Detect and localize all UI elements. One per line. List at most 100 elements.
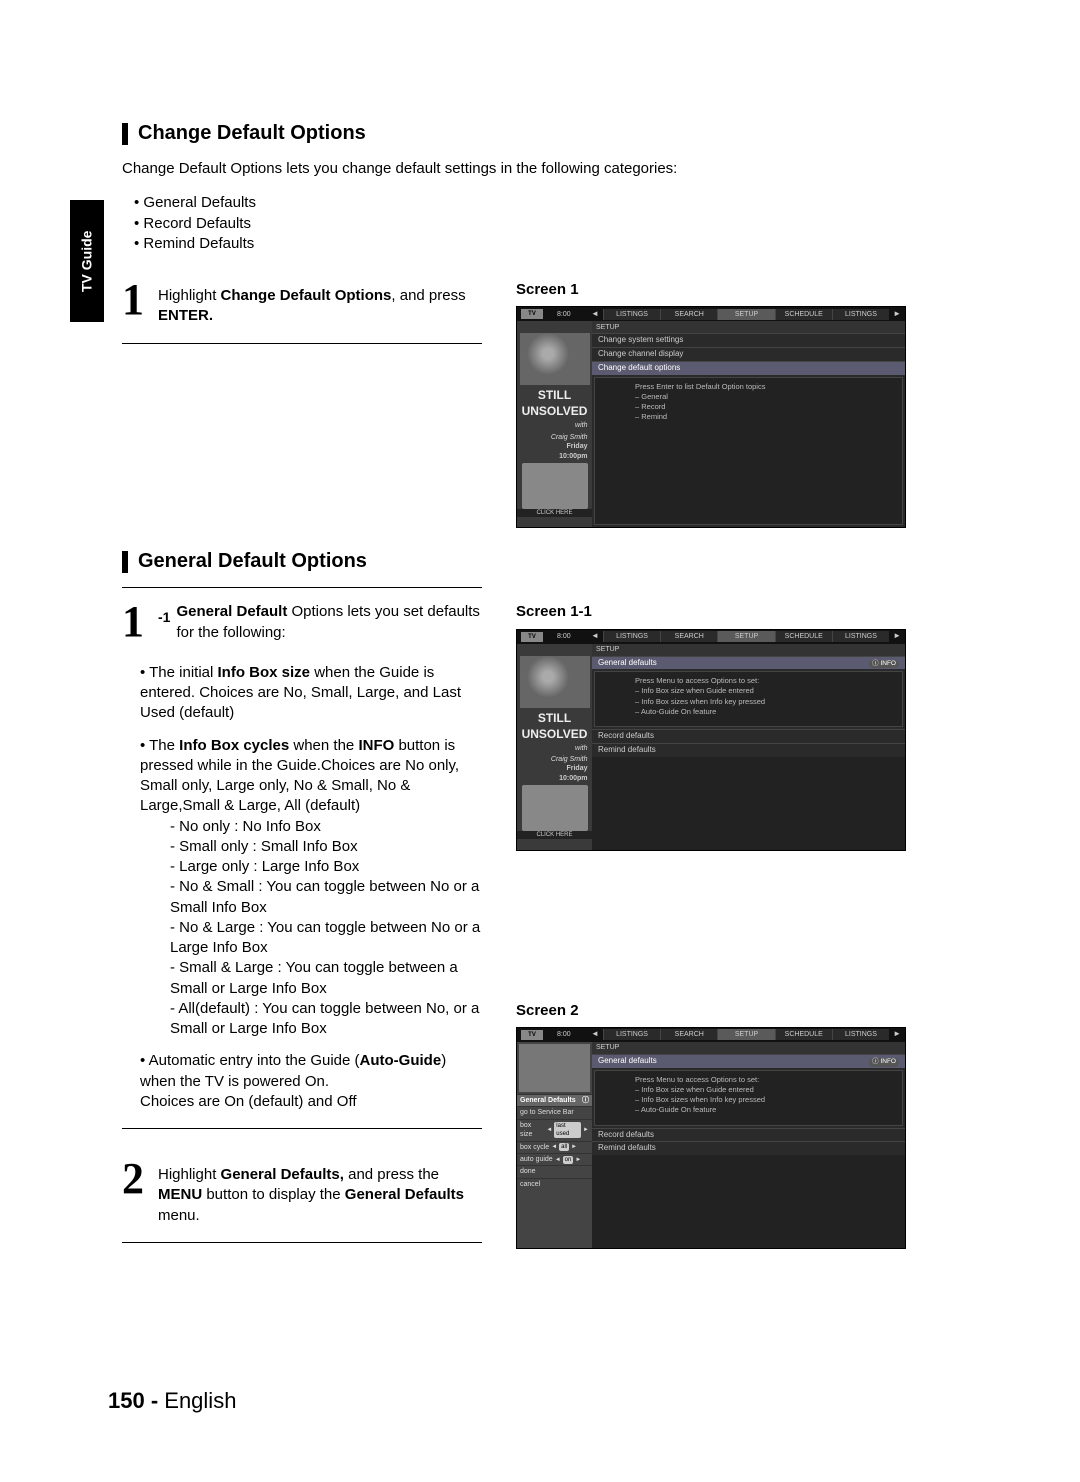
arrow-right-icon: ► xyxy=(893,309,901,320)
info-icon: ⓘ xyxy=(582,1096,589,1105)
ss-tab-listings2: LISTINGS xyxy=(832,309,889,320)
craig-name: Craig Smith xyxy=(522,433,588,442)
pane-line: Press Enter to list Default Option topic… xyxy=(635,382,892,392)
ss-tab-listings: LISTINGS xyxy=(603,1029,660,1040)
s2-mid2: button to display the xyxy=(202,1186,345,1203)
face-image-icon xyxy=(522,463,588,509)
ss-row-remind-defaults: Remind defaults xyxy=(592,1141,905,1155)
click-here: CLICK HERE xyxy=(517,509,592,517)
ss-tabs: LISTINGS SEARCH SETUP SCHEDULE LISTINGS xyxy=(603,309,889,320)
b2-mid: when the xyxy=(289,737,358,754)
page-language: English xyxy=(158,1388,236,1413)
leftmenu-cancel: cancel xyxy=(517,1178,592,1190)
s2-bold2: MENU xyxy=(158,1186,202,1203)
ss-row-record-defaults: Record defaults xyxy=(592,1128,905,1142)
ss-breadcrumb: SETUP xyxy=(592,644,905,656)
craig-name: Craig Smith xyxy=(522,755,588,764)
section1-step1: 1 Highlight Change Default Options, and … xyxy=(122,280,482,327)
ss-pane: Press Menu to access Options to set: – I… xyxy=(594,671,903,727)
b3-pre: • Automatic entry into the Guide ( xyxy=(140,1052,360,1069)
screen2-label: Screen 2 xyxy=(516,1001,906,1021)
b2-item: - No & Small : You can toggle between No… xyxy=(170,877,482,918)
arrow-right-icon: ► xyxy=(575,1156,581,1164)
pane-line: – General xyxy=(635,392,892,402)
ss-left-panel: STILL UNSOLVED with Craig Smith Friday 1… xyxy=(517,644,592,850)
arrow-left-icon: ◄ xyxy=(555,1156,561,1164)
face-image-icon xyxy=(522,785,588,831)
pane-line: – Remind xyxy=(635,412,892,422)
pane-line: – Info Box size when Guide entered xyxy=(635,1085,892,1095)
section1-intro: Change Default Options lets you change d… xyxy=(122,159,922,179)
showtime-text: 10:00pm xyxy=(522,452,588,461)
click-here: CLICK HERE xyxy=(517,831,592,839)
b2-item: - No only : No Info Box xyxy=(170,817,482,837)
arrow-right-icon: ► xyxy=(893,631,901,642)
ss-breadcrumb: SETUP xyxy=(592,321,905,333)
step1b-bold: General Default xyxy=(176,603,287,620)
screen11-label: Screen 1-1 xyxy=(516,602,906,622)
arrow-left-icon: ◄ xyxy=(591,1029,599,1040)
section1-bullets: • General Defaults • Record Defaults • R… xyxy=(134,193,922,254)
page-number: 150 - xyxy=(108,1388,158,1413)
step1-pre: Highlight xyxy=(158,287,221,304)
arrow-left-icon: ◄ xyxy=(591,631,599,642)
ss-tab-search: SEARCH xyxy=(660,631,717,642)
divider xyxy=(122,1242,482,1243)
pane-line: – Info Box sizes when Info key pressed xyxy=(635,697,892,707)
friday-text: Friday xyxy=(522,764,588,773)
section2-header: General Default Options xyxy=(122,548,922,575)
step-subnum: -1 xyxy=(158,602,170,643)
b3-bold: Auto-Guide xyxy=(360,1052,442,1069)
step1-text: Highlight Change Default Options, and pr… xyxy=(158,280,482,327)
arrow-left-icon: ◄ xyxy=(546,1126,552,1134)
ss-row-remind-defaults: Remind defaults xyxy=(592,743,905,757)
divider xyxy=(122,1128,482,1129)
ss-row-general-defaults: General defaults xyxy=(592,1054,905,1068)
sub-bullet-2: • The Info Box cycles when the INFO butt… xyxy=(140,736,482,1040)
ss-time: 8:00 xyxy=(557,1030,587,1039)
preview-image-icon xyxy=(519,1044,590,1092)
b2-item: - All(default) : You can toggle between … xyxy=(170,999,482,1040)
still-text2: UNSOLVED xyxy=(522,403,588,419)
ss-breadcrumb: SETUP xyxy=(592,1042,905,1054)
preview-image-icon xyxy=(520,656,590,708)
ss-tabs: LISTINGS SEARCH SETUP SCHEDULE LISTINGS xyxy=(603,631,889,642)
ss-tab-schedule: SCHEDULE xyxy=(775,309,832,320)
ss-left-options-menu: General Defaults ⓘ go to Service Bar box… xyxy=(517,1042,592,1248)
step-number-1b: 1 xyxy=(122,602,150,642)
tvguide-logo-icon: TV xyxy=(521,309,543,319)
friday-text: Friday xyxy=(522,442,588,451)
preview-image-icon xyxy=(520,333,590,385)
b3-after: Choices are On (default) and Off xyxy=(140,1093,357,1110)
arrow-right-icon: ► xyxy=(571,1143,577,1151)
section2-step1: 1 -1 General Default Options lets you se… xyxy=(122,602,482,653)
pane-line: – Record xyxy=(635,402,892,412)
step-number-1: 1 xyxy=(122,280,150,320)
pane-line: – Auto-Guide On feature xyxy=(635,1105,892,1115)
boxcycle-value: all xyxy=(559,1143,569,1151)
b2-item: - No & Large : You can toggle between No… xyxy=(170,918,482,959)
section1-title: Change Default Options xyxy=(138,120,366,147)
page-footer: 150 - English xyxy=(108,1386,236,1416)
b2-bold2: INFO xyxy=(358,737,394,754)
showtime-text: 10:00pm xyxy=(522,774,588,783)
b2-pre: • The xyxy=(140,737,179,754)
ss-tab-schedule: SCHEDULE xyxy=(775,631,832,642)
step1-mid: , and press xyxy=(391,287,465,304)
s2-bold1: General Defaults, xyxy=(221,1166,344,1183)
b2-item: - Large only : Large Info Box xyxy=(170,857,482,877)
pane-line: – Info Box size when Guide entered xyxy=(635,686,892,696)
step1-bold2: ENTER. xyxy=(158,307,213,324)
ss-tab-setup: SETUP xyxy=(717,631,774,642)
divider xyxy=(122,587,482,588)
pane-line: Press Menu to access Options to set: xyxy=(635,1075,892,1085)
pane-line: – Auto-Guide On feature xyxy=(635,707,892,717)
ss-tab-listings2: LISTINGS xyxy=(832,1029,889,1040)
arrow-left-icon: ◄ xyxy=(591,309,599,320)
ss-pane: Press Enter to list Default Option topic… xyxy=(594,377,903,526)
ss-time: 8:00 xyxy=(557,310,587,319)
craig-with: with xyxy=(522,421,588,430)
autoguide-value: on xyxy=(563,1156,574,1164)
b2-bold1: Info Box cycles xyxy=(179,737,289,754)
screen1-label: Screen 1 xyxy=(516,280,906,300)
